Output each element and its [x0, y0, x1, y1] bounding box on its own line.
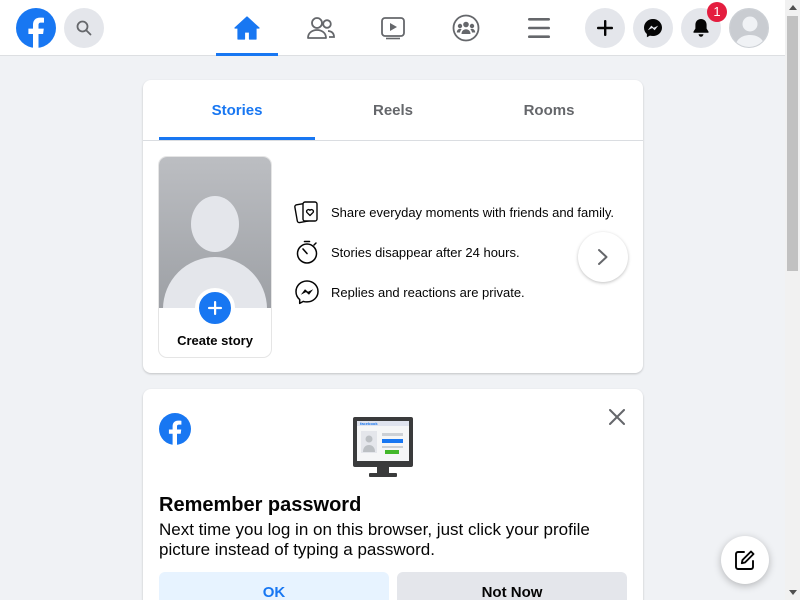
search-button[interactable]	[64, 8, 104, 48]
tab-stories[interactable]: Stories	[159, 80, 315, 140]
plus-icon	[597, 20, 613, 36]
new-message-button[interactable]	[721, 536, 769, 584]
menu-icon	[528, 18, 550, 38]
create-story-photo	[159, 157, 271, 308]
scroll-up-arrow-icon[interactable]	[785, 0, 800, 15]
create-story-label: Create story	[177, 333, 253, 348]
avatar-silhouette-icon	[730, 9, 768, 47]
stories-next-button[interactable]	[578, 232, 628, 282]
stories-info-row: Share everyday moments with friends and …	[293, 198, 614, 226]
facebook-logo-icon[interactable]	[16, 8, 56, 48]
tabs-divider	[143, 140, 643, 141]
video-icon	[381, 17, 405, 40]
stories-info-text: Share everyday moments with friends and …	[331, 204, 614, 220]
chevron-right-icon	[598, 249, 608, 265]
messenger-icon	[293, 278, 321, 306]
nav-tab-friends[interactable]	[290, 0, 352, 56]
facebook-logo-icon	[159, 413, 191, 445]
stories-heart-icon	[293, 198, 321, 226]
bell-icon	[693, 19, 709, 37]
nav-tab-watch[interactable]	[362, 0, 424, 56]
search-icon	[76, 20, 92, 36]
profile-avatar[interactable]	[729, 8, 769, 48]
close-button[interactable]	[603, 403, 631, 431]
scroll-down-arrow-icon[interactable]	[785, 585, 800, 600]
nav-tab-home[interactable]	[216, 0, 278, 56]
scrollbar-thumb[interactable]	[787, 16, 798, 271]
stories-info-text: Replies and reactions are private.	[331, 284, 525, 300]
monitor-brand-text: facebook	[360, 421, 378, 426]
close-icon	[609, 409, 625, 425]
remember-password-text: Next time you log in on this browser, ju…	[159, 520, 590, 559]
tab-rooms[interactable]: Rooms	[471, 80, 627, 140]
compose-icon	[735, 550, 755, 570]
nav-tab-menu[interactable]	[508, 0, 570, 56]
notification-badge: 1	[707, 2, 727, 22]
not-now-button[interactable]: Not Now	[397, 572, 627, 600]
stories-card: Stories Reels Rooms Create story Share e…	[143, 80, 643, 373]
messenger-button[interactable]	[633, 8, 673, 48]
create-button[interactable]	[585, 8, 625, 48]
stories-info-row: Replies and reactions are private.	[293, 278, 525, 306]
create-story-plus-icon[interactable]	[195, 288, 235, 328]
remember-password-card: facebook Remember password Next time you…	[143, 389, 643, 600]
computer-monitor-icon: facebook	[353, 417, 413, 477]
nav-tab-groups[interactable]	[435, 0, 497, 56]
messenger-icon	[644, 19, 662, 38]
remember-password-title: Remember password	[159, 494, 362, 516]
ok-button[interactable]: OK	[159, 572, 389, 600]
stories-info-row: Stories disappear after 24 hours.	[293, 238, 520, 266]
notifications-button[interactable]: 1	[681, 2, 727, 48]
create-story-card[interactable]: Create story	[159, 157, 271, 357]
top-navigation-bar: 1	[0, 0, 785, 56]
groups-icon	[452, 14, 480, 42]
friends-icon	[307, 17, 335, 39]
stories-tabs: Stories Reels Rooms	[159, 80, 627, 140]
timer-icon	[293, 238, 321, 266]
stories-info-text: Stories disappear after 24 hours.	[331, 244, 520, 260]
home-icon	[234, 16, 260, 40]
page-scrollbar[interactable]	[785, 0, 800, 600]
tab-reels[interactable]: Reels	[315, 80, 471, 140]
